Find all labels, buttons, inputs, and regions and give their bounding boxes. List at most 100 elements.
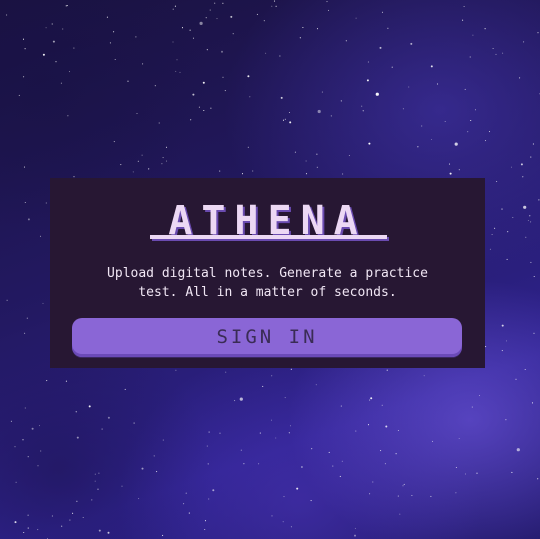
star [474, 109, 477, 111]
star [522, 176, 524, 178]
star [310, 500, 312, 502]
star [505, 419, 507, 421]
star [402, 108, 404, 110]
star [366, 79, 369, 82]
star [455, 466, 457, 469]
star [296, 487, 299, 490]
star [204, 520, 207, 522]
star [368, 142, 371, 145]
star [14, 446, 16, 448]
star [387, 27, 389, 29]
star [537, 32, 539, 34]
star [162, 157, 164, 159]
star [120, 164, 122, 166]
star [51, 515, 53, 517]
star [113, 31, 115, 33]
star [37, 529, 39, 531]
star [206, 445, 208, 447]
star [355, 430, 357, 432]
star [385, 425, 388, 428]
star [141, 154, 143, 156]
star [249, 96, 251, 98]
star [162, 534, 164, 536]
star [386, 369, 388, 371]
star [348, 154, 350, 157]
star [294, 151, 296, 153]
star [42, 53, 45, 56]
star [444, 120, 446, 123]
star [470, 119, 472, 122]
star [107, 531, 110, 534]
sign-in-button[interactable]: SIGN IN [72, 318, 462, 357]
star [354, 527, 356, 529]
star [39, 235, 42, 237]
star [219, 432, 221, 434]
star [533, 275, 535, 278]
star [463, 5, 465, 8]
star [68, 71, 71, 73]
star [510, 166, 513, 168]
star [46, 380, 48, 382]
star [114, 58, 116, 61]
star [512, 216, 514, 219]
star [369, 399, 371, 401]
star [24, 332, 26, 334]
star [354, 534, 356, 537]
star [397, 429, 399, 432]
star [52, 40, 55, 43]
star [501, 350, 503, 352]
star [175, 369, 177, 371]
star [38, 425, 41, 427]
star [283, 496, 285, 498]
star [367, 61, 369, 63]
star [458, 437, 460, 440]
star [221, 50, 223, 53]
star [478, 394, 481, 397]
star [492, 47, 494, 50]
star [40, 450, 42, 452]
star [430, 65, 433, 68]
star [284, 397, 286, 399]
star [158, 122, 160, 124]
star [527, 219, 529, 222]
star [214, 2, 216, 4]
star [448, 163, 451, 165]
star [138, 498, 140, 500]
star [523, 205, 527, 209]
star [181, 27, 184, 29]
star [271, 5, 273, 7]
star [340, 405, 342, 407]
star [321, 91, 323, 93]
star [45, 202, 47, 204]
star [411, 494, 413, 497]
star [161, 163, 163, 165]
star [199, 21, 203, 25]
star [73, 47, 75, 49]
star [516, 448, 520, 452]
star [430, 138, 433, 141]
star [530, 156, 532, 158]
star [282, 521, 284, 523]
star [162, 439, 164, 441]
star [91, 499, 93, 501]
star [258, 463, 260, 465]
star [380, 450, 382, 452]
star [24, 48, 26, 50]
star [101, 428, 103, 430]
star [431, 440, 434, 442]
star [290, 368, 292, 370]
star [225, 371, 227, 373]
star [127, 80, 129, 82]
star [341, 460, 343, 462]
star [402, 485, 404, 487]
star [262, 385, 264, 387]
star [507, 231, 509, 233]
star [232, 33, 234, 35]
star [472, 34, 474, 36]
star [72, 512, 74, 514]
star [76, 500, 78, 502]
star [316, 153, 318, 155]
star [279, 55, 281, 57]
star [289, 425, 292, 427]
star [326, 1, 328, 3]
